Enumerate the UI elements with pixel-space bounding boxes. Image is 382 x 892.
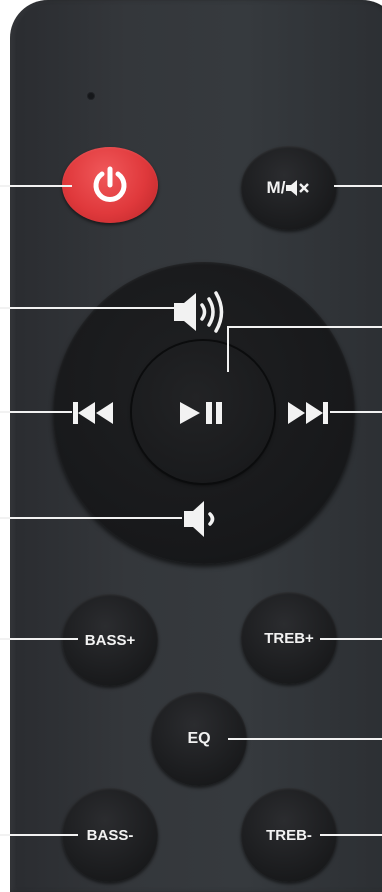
callout-line-play-pause-vertical <box>227 326 229 372</box>
power-button[interactable] <box>62 147 158 223</box>
skip-next-icon[interactable] <box>284 399 330 427</box>
indicator-led <box>88 93 94 99</box>
callout-line-next <box>330 411 382 413</box>
speaker-mute-icon <box>286 180 310 196</box>
treble-plus-label: TREB+ <box>264 629 314 647</box>
callout-line-eq <box>228 738 382 740</box>
bass-minus-label: BASS- <box>86 826 134 844</box>
callout-line-power <box>0 185 72 187</box>
callout-line-mute <box>334 185 382 187</box>
callout-line-bass-minus <box>0 834 78 836</box>
play-pause-icon <box>180 402 222 424</box>
callout-line-volume-down <box>0 517 182 519</box>
bass-plus-label: BASS+ <box>84 631 136 649</box>
callout-line-bass-plus <box>0 638 78 640</box>
power-icon <box>93 166 127 202</box>
eq-label: EQ <box>187 730 211 747</box>
mute-button[interactable]: M/ <box>241 146 337 230</box>
callout-line-treble-plus <box>320 638 382 640</box>
callout-line-volume-up <box>0 307 178 309</box>
skip-previous-icon[interactable] <box>71 399 117 427</box>
callout-line-treble-minus <box>320 834 382 836</box>
callout-line-previous <box>0 411 72 413</box>
mute-button-label: M/ <box>266 178 286 197</box>
bass-plus-button[interactable]: BASS+ <box>62 594 158 686</box>
treble-minus-label: TREB- <box>266 826 312 844</box>
volume-down-icon[interactable] <box>182 498 218 540</box>
volume-up-icon[interactable] <box>171 289 229 335</box>
callout-line-play-pause <box>227 326 382 328</box>
